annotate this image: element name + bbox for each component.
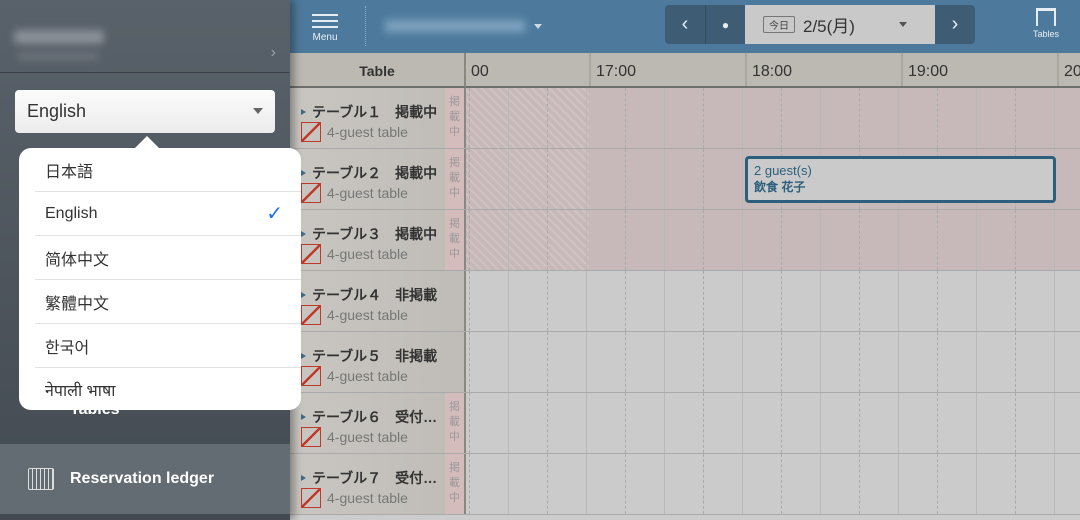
table-row[interactable]: テーブル７ 受付… 4-guest table 掲 載 中 bbox=[290, 454, 1080, 515]
hour-label: 19:00 bbox=[901, 53, 1051, 86]
menu-button[interactable]: Menu bbox=[312, 10, 338, 43]
current-date: 2/5(月) bbox=[803, 17, 855, 36]
table-cell[interactable]: テーブル４ 非掲載 4-guest table bbox=[290, 271, 466, 331]
table-name: テーブル５ 非掲載 bbox=[301, 346, 437, 366]
table-name: テーブル６ 受付… bbox=[301, 407, 437, 427]
hour-label: 17:00 bbox=[589, 53, 739, 86]
table-name: テーブル２ 掲載中 bbox=[301, 163, 437, 183]
tables-button[interactable]: Tables bbox=[1030, 6, 1062, 39]
no-smoking-icon bbox=[301, 305, 321, 325]
reservation-block[interactable]: 2 guest(s) 飲食 花子 bbox=[745, 156, 1056, 203]
table-row[interactable]: テーブル６ 受付… 4-guest table 掲 載 中 bbox=[290, 393, 1080, 454]
language-label: 繁體中文 bbox=[45, 295, 110, 313]
table-name: テーブル１ 掲載中 bbox=[301, 102, 437, 122]
blocked-area bbox=[466, 210, 589, 270]
table-name: テーブル３ 掲載中 bbox=[301, 224, 437, 244]
table-icon bbox=[1036, 8, 1056, 26]
table-cell[interactable]: テーブル３ 掲載中 4-guest table 掲 載 中 bbox=[290, 210, 466, 270]
top-bar: Menu ‹ ● 今日 2/5(月) › Tables bbox=[290, 0, 1080, 53]
table-capacity: 4-guest table bbox=[327, 246, 408, 262]
table-capacity: 4-guest table bbox=[327, 185, 408, 201]
table-cell[interactable]: テーブル７ 受付… 4-guest table 掲 載 中 bbox=[290, 454, 466, 514]
prev-day-button[interactable]: ‹ bbox=[665, 5, 705, 44]
language-label: नेपाली भाषा bbox=[45, 383, 116, 400]
no-smoking-icon bbox=[301, 183, 321, 203]
blocked-area bbox=[466, 88, 589, 148]
language-select[interactable]: English bbox=[15, 90, 275, 133]
hour-label: 20 bbox=[1057, 53, 1080, 86]
reservation-guests: 2 guest(s) bbox=[754, 163, 812, 178]
main: Menu ‹ ● 今日 2/5(月) › Tables 00 17:00 18:00 1… bbox=[290, 0, 1080, 520]
today-dot-button[interactable]: ● bbox=[705, 5, 745, 44]
status-badge: 掲 載 中 bbox=[445, 393, 464, 453]
shop-selector[interactable] bbox=[385, 20, 525, 32]
no-smoking-icon bbox=[301, 122, 321, 142]
language-select-value: English bbox=[27, 101, 87, 121]
language-option[interactable]: 繁體中文 bbox=[35, 280, 301, 324]
account-info[interactable]: › bbox=[0, 0, 290, 73]
status-badge: 掲 載 中 bbox=[445, 149, 464, 209]
table-row[interactable]: テーブル５ 非掲載 4-guest table bbox=[290, 332, 1080, 393]
blocked-area bbox=[466, 149, 589, 209]
no-smoking-icon bbox=[301, 244, 321, 264]
calendar-icon bbox=[28, 468, 54, 490]
sidebar-item-reservation-ledger[interactable]: Reservation ledger bbox=[0, 444, 290, 514]
chevron-down-icon[interactable] bbox=[534, 24, 542, 33]
sidebar-item-label: Reservation ledger bbox=[70, 470, 215, 487]
table-name: テーブル７ 受付… bbox=[301, 468, 437, 488]
language-option[interactable]: 简体中文 bbox=[35, 236, 301, 280]
table-capacity: 4-guest table bbox=[327, 307, 408, 323]
table-row[interactable]: テーブル４ 非掲載 4-guest table bbox=[290, 271, 1080, 332]
status-badge: 掲 載 中 bbox=[445, 88, 464, 148]
date-picker[interactable]: 今日 2/5(月) bbox=[745, 5, 935, 44]
table-row[interactable]: テーブル３ 掲載中 4-guest table 掲 載 中 bbox=[290, 210, 1080, 271]
no-smoking-icon bbox=[301, 488, 321, 508]
language-label: English bbox=[45, 204, 98, 222]
language-label: 日本語 bbox=[45, 163, 94, 181]
language-option[interactable]: नेपाली भाषा bbox=[35, 368, 301, 412]
language-label: 한국어 bbox=[45, 339, 90, 357]
status-badge: 掲 載 中 bbox=[445, 454, 464, 514]
table-capacity: 4-guest table bbox=[327, 368, 408, 384]
table-row[interactable]: テーブル２ 掲載中 4-guest table 掲 載 中 2 guest(s) 飲食 … bbox=[290, 149, 1080, 210]
language-popover: 日本語 English ✓ 简体中文繁體中文 한국어 नेपाली भाषा bbox=[19, 136, 301, 412]
table-cell[interactable]: テーブル５ 非掲載 4-guest table bbox=[290, 332, 466, 392]
date-navigator: ‹ ● 今日 2/5(月) › bbox=[665, 5, 975, 44]
tables-label: Tables bbox=[1032, 29, 1059, 39]
language-option[interactable]: 한국어 bbox=[35, 324, 301, 368]
reservation-name: 飲食 花子 bbox=[754, 180, 806, 194]
menu-label: Menu bbox=[312, 32, 338, 43]
chevron-right-icon: › bbox=[270, 44, 276, 61]
status-badge: 掲 載 中 bbox=[445, 210, 464, 270]
table-capacity: 4-guest table bbox=[327, 490, 408, 506]
chevron-down-icon bbox=[253, 108, 263, 119]
table-cell[interactable]: テーブル１ 掲載中 4-guest table 掲 載 中 bbox=[290, 88, 466, 148]
table-capacity: 4-guest table bbox=[327, 124, 408, 140]
table-cell[interactable]: テーブル２ 掲載中 4-guest table 掲 載 中 bbox=[290, 149, 466, 209]
language-option[interactable]: English ✓ bbox=[35, 192, 301, 236]
table-name: テーブル４ 非掲載 bbox=[301, 285, 437, 305]
language-label: 简体中文 bbox=[45, 251, 110, 269]
table-row[interactable]: テーブル１ 掲載中 4-guest table 掲 載 中 bbox=[290, 88, 1080, 149]
no-smoking-icon bbox=[301, 427, 321, 447]
table-cell[interactable]: テーブル６ 受付… 4-guest table 掲 載 中 bbox=[290, 393, 466, 453]
no-smoking-icon bbox=[301, 366, 321, 386]
table-capacity: 4-guest table bbox=[327, 429, 408, 445]
today-badge: 今日 bbox=[763, 16, 795, 33]
chevron-down-icon bbox=[899, 22, 907, 31]
next-day-button[interactable]: › bbox=[935, 5, 975, 44]
hour-label: 00 bbox=[471, 63, 489, 80]
language-option[interactable]: 日本語 bbox=[35, 148, 301, 192]
hour-label: 18:00 bbox=[745, 53, 895, 86]
checkmark-icon: ✓ bbox=[266, 203, 283, 225]
table-column-header: Table bbox=[290, 53, 466, 88]
